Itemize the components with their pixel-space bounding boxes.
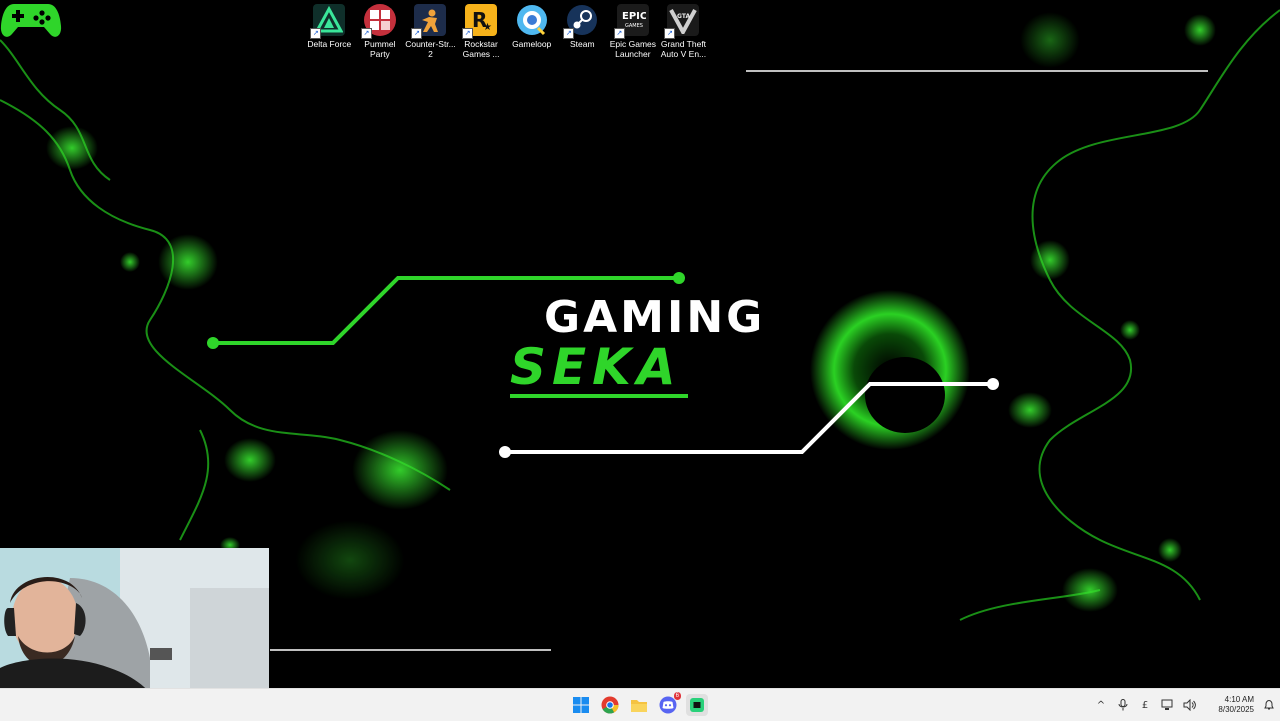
rockstar-icon: R ★ ↗: [462, 4, 498, 39]
desktop-shortcut-epic-games-launcher[interactable]: EPIC GAMES ↗ Epic Games Launcher: [608, 4, 659, 68]
taskbar: 6 ^ £ 4:10 AM 8/30/2025: [0, 688, 1280, 721]
svg-text:GAMES: GAMES: [625, 23, 643, 29]
taskbar-file-explorer[interactable]: [628, 694, 650, 716]
clock-date: 8/30/2025: [1218, 705, 1254, 714]
volume-icon[interactable]: [1178, 689, 1200, 721]
desktop-shortcut-label: Gameloop: [512, 39, 552, 49]
desktop-shortcut-pummel-party[interactable]: ↗ Pummel Party: [355, 4, 406, 68]
chrome-icon: [601, 696, 619, 714]
desktop-shortcut-label: Counter-Str... 2: [405, 39, 456, 59]
notification-center-button[interactable]: [1258, 689, 1280, 721]
epic-games-icon: EPIC GAMES ↗: [613, 4, 649, 39]
file-explorer-icon: [631, 700, 647, 712]
windows-start-icon: [573, 697, 589, 713]
language-indicator[interactable]: £: [1134, 689, 1156, 721]
delta-force-icon: ↗: [310, 4, 346, 39]
logo-gaming-text: GAMING: [544, 292, 766, 343]
desktop-shortcut-delta-force[interactable]: ↗ Delta Force: [304, 4, 355, 68]
desktop-icon-row: ↗ Delta Force ↗ Pummel Party ↗ Counter-S…: [304, 4, 709, 68]
desktop-shortcut-counter-strike-2[interactable]: ↗ Counter-Str... 2: [405, 4, 456, 68]
start-button[interactable]: [570, 694, 592, 716]
svg-text:★: ★: [483, 22, 492, 33]
gamepad-icon: [0, 4, 62, 37]
tray-overflow-button[interactable]: ^: [1090, 689, 1112, 721]
notification-bell-icon: [1264, 699, 1274, 710]
desktop-shortcut-label: Grand Theft Auto V En...: [660, 39, 707, 59]
desktop-shortcut-label: Delta Force: [307, 39, 352, 49]
taskbar-apps: 6: [570, 692, 708, 716]
system-tray: ^ £ 4:10 AM 8/30/2025: [1090, 689, 1280, 721]
steam-icon: ↗: [563, 4, 598, 39]
taskbar-clock[interactable]: 4:10 AM 8/30/2025: [1200, 695, 1258, 715]
clock-time: 4:10 AM: [1224, 695, 1254, 704]
pummel-party-icon: ↗: [360, 4, 396, 39]
streaming-app-icon: [690, 698, 704, 712]
desktop-shortcut-label: Rockstar Games ...: [462, 39, 500, 59]
discord-notification-badge: 6: [673, 692, 681, 700]
desktop-shortcut-gta-v[interactable]: GTA ↗ Grand Theft Auto V En...: [658, 4, 709, 68]
svg-text:EPIC: EPIC: [622, 11, 646, 22]
logo-seka-text: SEKA: [510, 340, 688, 398]
desktop-shortcut-label: Steam: [569, 39, 595, 49]
desktop-shortcut-rockstar-games[interactable]: R ★ ↗ Rockstar Games ...: [456, 4, 507, 68]
taskbar-discord[interactable]: 6: [657, 692, 681, 716]
taskbar-chrome[interactable]: [599, 694, 621, 716]
taskbar-streaming-app[interactable]: [686, 694, 708, 716]
gta-v-icon: GTA ↗: [664, 4, 700, 39]
gameloop-icon: [516, 4, 548, 36]
desktop-shortcut-gameloop[interactable]: Gameloop: [506, 4, 557, 68]
desktop-shortcut-steam[interactable]: ↗ Steam: [557, 4, 608, 68]
microphone-icon[interactable]: [1112, 689, 1134, 721]
desktop-shortcut-label: Epic Games Launcher: [609, 39, 656, 59]
network-icon[interactable]: [1156, 689, 1178, 721]
counter-strike-icon: ↗: [411, 4, 447, 39]
desktop-shortcut-label: Pummel Party: [364, 39, 396, 59]
svg-text:GTA: GTA: [677, 13, 690, 20]
